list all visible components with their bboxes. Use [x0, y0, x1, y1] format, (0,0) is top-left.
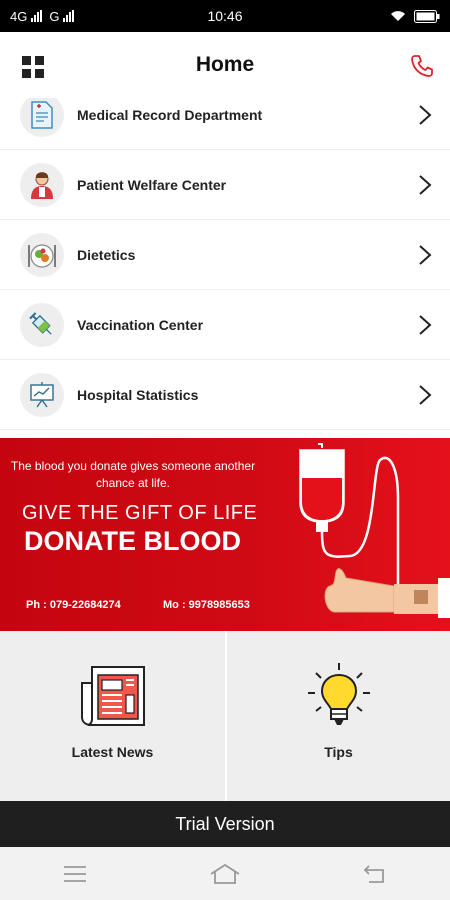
syringe-icon — [20, 302, 64, 347]
banner-heading-line2: DONATE BLOOD — [24, 526, 241, 556]
app-bar: Home — [0, 32, 450, 98]
menu-lines-icon[interactable] — [45, 854, 105, 894]
list-item-hospital-statistics[interactable]: Hospital Statistics — [0, 360, 450, 430]
donate-blood-banner[interactable]: The blood you donate gives someone anoth… — [0, 438, 450, 631]
tile-label: Latest News — [71, 744, 154, 760]
grid-menu-icon[interactable] — [22, 56, 44, 78]
network-type-1: 4G — [10, 8, 28, 24]
blood-bag-illustration-icon — [299, 443, 450, 618]
department-list: Medical Record Department Patient Welfar… — [0, 98, 450, 438]
lightbulb-icon — [307, 663, 370, 725]
list-item-label: Patient Welfare Center — [77, 176, 227, 193]
status-left: 4G G — [10, 9, 160, 24]
list-item-label: Vaccination Center — [77, 316, 204, 333]
signal-icon — [31, 10, 43, 22]
banner-phone: Ph : 079-22684274 — [26, 599, 121, 611]
home-icon[interactable] — [195, 854, 255, 894]
status-right — [290, 9, 440, 23]
system-nav-bar — [0, 847, 450, 900]
list-item-vaccination[interactable]: Vaccination Center — [0, 290, 450, 360]
back-icon[interactable] — [345, 854, 405, 894]
chevron-right-icon — [419, 104, 432, 125]
feature-tiles: Latest News Tips — [0, 631, 450, 801]
medical-record-icon — [20, 98, 64, 137]
latest-news-tile[interactable]: Latest News — [0, 631, 225, 801]
list-item-medical-record[interactable]: Medical Record Department — [0, 98, 450, 150]
trial-version-bar: Trial Version — [0, 801, 450, 847]
status-time: 10:46 — [207, 8, 243, 24]
trial-version-text: Trial Version — [175, 813, 275, 834]
list-item-dietetics[interactable]: Dietetics — [0, 220, 450, 290]
battery-icon — [414, 9, 440, 23]
patient-welfare-icon — [20, 162, 64, 207]
statistics-board-icon — [20, 372, 64, 417]
list-item-label: Dietetics — [77, 246, 136, 263]
chevron-right-icon — [419, 384, 432, 405]
wifi-icon — [391, 11, 405, 21]
chevron-right-icon — [419, 314, 432, 335]
chevron-right-icon — [419, 244, 432, 265]
chevron-right-icon — [419, 174, 432, 195]
dietetics-icon — [20, 232, 64, 277]
list-item-patient-welfare[interactable]: Patient Welfare Center — [0, 150, 450, 220]
list-item-label: Medical Record Department — [77, 106, 263, 123]
list-item-label: Hospital Statistics — [77, 386, 199, 403]
tips-tile[interactable]: Tips — [225, 631, 450, 801]
network-type-2: G — [49, 8, 60, 24]
phone-icon[interactable] — [408, 52, 436, 80]
banner-heading-line1: GIVE THE GIFT OF LIFE — [22, 502, 258, 524]
tile-label: Tips — [324, 744, 353, 760]
page-title: Home — [195, 53, 255, 76]
banner-subtitle: The blood you donate gives someone anoth… — [10, 459, 256, 490]
status-bar: 4G G 10:46 — [0, 0, 450, 32]
newspaper-icon — [80, 666, 145, 727]
banner-mobile: Mo : 9978985653 — [163, 599, 250, 611]
signal-icon-2 — [63, 10, 75, 22]
